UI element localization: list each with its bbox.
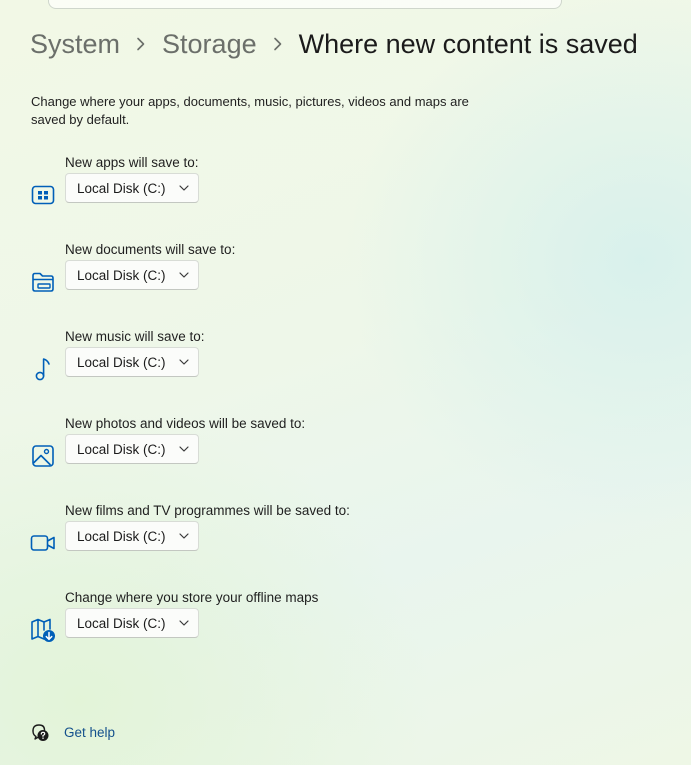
setting-row-documents: New documents will save to: Local Disk (… <box>30 241 430 301</box>
chevron-right-icon <box>120 37 162 51</box>
apps-location-dropdown[interactable]: Local Disk (C:) <box>65 173 199 203</box>
chevron-down-icon <box>170 185 198 191</box>
music-location-dropdown[interactable]: Local Disk (C:) <box>65 347 199 377</box>
video-camera-icon <box>30 530 56 556</box>
setting-label: New apps will save to: <box>65 155 199 170</box>
search-box-edge[interactable] <box>48 0 562 9</box>
dropdown-value: Local Disk (C:) <box>77 354 166 370</box>
setting-label: New music will save to: <box>65 329 205 344</box>
photos-location-dropdown[interactable]: Local Disk (C:) <box>65 434 199 464</box>
setting-label: New photos and videos will be saved to: <box>65 416 306 431</box>
documents-location-dropdown[interactable]: Local Disk (C:) <box>65 260 199 290</box>
dropdown-value: Local Disk (C:) <box>77 615 166 631</box>
films-location-dropdown[interactable]: Local Disk (C:) <box>65 521 199 551</box>
page-title: Where new content is saved <box>298 29 638 59</box>
setting-row-apps: New apps will save to: Local Disk (C:) <box>30 154 430 214</box>
breadcrumb-item-storage[interactable]: Storage <box>162 26 257 62</box>
breadcrumb-item-system[interactable]: System <box>30 26 120 62</box>
help-chat-icon <box>30 722 50 742</box>
page-description: Change where your apps, documents, music… <box>31 94 469 127</box>
maps-location-dropdown[interactable]: Local Disk (C:) <box>65 608 199 638</box>
breadcrumb: System Storage Where new content is save… <box>30 26 638 62</box>
folder-icon <box>30 269 56 295</box>
setting-row-films: New films and TV programmes will be save… <box>30 502 430 562</box>
chevron-down-icon <box>170 620 198 626</box>
dropdown-value: Local Disk (C:) <box>77 441 166 457</box>
chevron-down-icon <box>170 359 198 365</box>
dropdown-value: Local Disk (C:) <box>77 528 166 544</box>
chevron-down-icon <box>170 446 198 452</box>
dropdown-value: Local Disk (C:) <box>77 267 166 283</box>
chevron-down-icon <box>170 533 198 539</box>
setting-row-photos: New photos and videos will be saved to: … <box>30 415 430 475</box>
setting-row-music: New music will save to: Local Disk (C:) <box>30 328 430 388</box>
apps-icon <box>30 182 56 208</box>
setting-row-maps: Change where you store your offline maps… <box>30 589 430 649</box>
music-note-icon <box>30 356 56 382</box>
setting-label: New films and TV programmes will be save… <box>65 503 350 518</box>
get-help-link[interactable]: Get help <box>64 725 115 740</box>
chevron-right-icon <box>257 37 299 51</box>
image-icon <box>30 443 56 469</box>
chevron-down-icon <box>170 272 198 278</box>
get-help: Get help <box>30 722 115 742</box>
setting-label: New documents will save to: <box>65 242 236 257</box>
dropdown-value: Local Disk (C:) <box>77 180 166 196</box>
map-download-icon <box>30 617 56 643</box>
setting-label: Change where you store your offline maps <box>65 590 319 605</box>
